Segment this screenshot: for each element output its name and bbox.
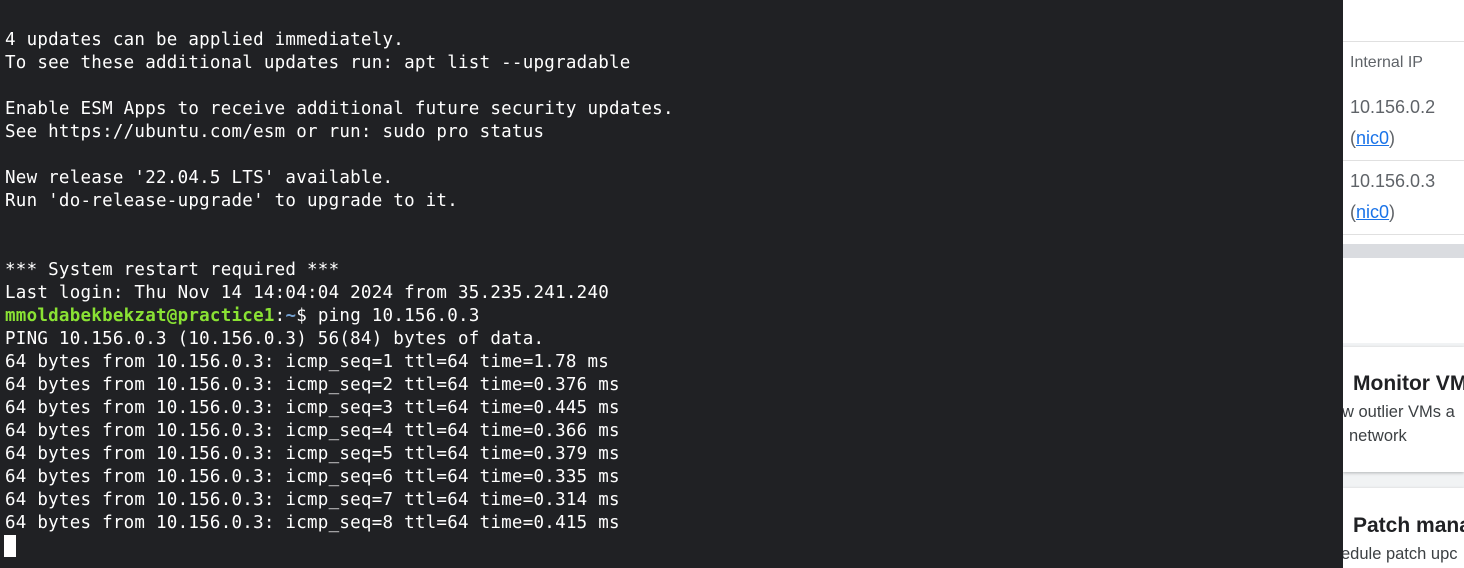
table-row: 10.156.0.2 (nic0) <box>1343 87 1464 161</box>
ssh-terminal[interactable]: 4 updates can be applied immediately. To… <box>0 0 1343 568</box>
column-header-internal-ip[interactable]: Internal IP <box>1350 54 1423 72</box>
panel-spacer <box>1343 258 1464 343</box>
vm-instances-table: Internal IP 10.156.0.2 (nic0) 10.156.0.3… <box>1343 0 1464 244</box>
ping-output-line: 64 bytes from 10.156.0.3: icmp_seq=5 ttl… <box>5 444 620 464</box>
ping-output-line: 64 bytes from 10.156.0.3: icmp_seq=7 ttl… <box>5 490 620 510</box>
terminal-line: New release '22.04.5 LTS' available. <box>5 168 394 188</box>
nic0-link[interactable]: nic0 <box>1356 202 1389 222</box>
card-description: network <box>1349 427 1407 445</box>
table-header: Internal IP <box>1343 41 1464 88</box>
nic0-link[interactable]: nic0 <box>1356 128 1389 148</box>
nic-label: (nic0) <box>1350 202 1396 222</box>
console-side-panel: Internal IP 10.156.0.2 (nic0) 10.156.0.3… <box>1343 0 1464 568</box>
ping-output-line: 64 bytes from 10.156.0.3: icmp_seq=6 ttl… <box>5 467 620 487</box>
ping-output-line: 64 bytes from 10.156.0.3: icmp_seq=4 ttl… <box>5 421 620 441</box>
ping-output-line: 64 bytes from 10.156.0.3: icmp_seq=3 ttl… <box>5 398 620 418</box>
table-row: 10.156.0.3 (nic0) <box>1343 161 1464 235</box>
prompt-user-host: mmoldabekbekzat@practice1 <box>5 306 275 326</box>
prompt-symbol: $ <box>296 306 308 326</box>
terminal-cursor <box>4 535 16 557</box>
card-description: edule patch upc <box>1343 545 1458 563</box>
prompt-separator: : <box>274 306 286 326</box>
patch-management-card[interactable]: Patch mana edule patch upc <box>1343 488 1464 568</box>
card-description: w outlier VMs a <box>1343 403 1455 421</box>
horizontal-scrollbar[interactable] <box>1343 244 1464 258</box>
nic-label: (nic0) <box>1350 128 1396 148</box>
terminal-line: 4 updates can be applied immediately. <box>5 30 405 50</box>
terminal-line: Run 'do-release-upgrade' to upgrade to i… <box>5 191 459 211</box>
internal-ip-value: 10.156.0.2 <box>1350 97 1436 117</box>
prompt-command: ping 10.156.0.3 <box>307 306 480 326</box>
ping-output-line: 64 bytes from 10.156.0.3: icmp_seq=1 ttl… <box>5 352 610 372</box>
ping-output-line: PING 10.156.0.3 (10.156.0.3) 56(84) byte… <box>5 329 545 349</box>
shell-prompt-line: mmoldabekbekzat@practice1:~$ ping 10.156… <box>5 305 480 328</box>
card-title: Monitor VMs <box>1353 372 1464 395</box>
prompt-path: ~ <box>285 306 297 326</box>
terminal-line: See https://ubuntu.com/esm or run: sudo … <box>5 122 545 142</box>
card-title: Patch mana <box>1353 514 1464 537</box>
internal-ip-value: 10.156.0.3 <box>1350 171 1436 191</box>
terminal-line: *** System restart required *** <box>5 260 340 280</box>
terminal-line: Last login: Thu Nov 14 14:04:04 2024 fro… <box>5 283 610 303</box>
monitor-vms-card[interactable]: Monitor VMs w outlier VMs a network <box>1343 347 1464 472</box>
terminal-line: To see these additional updates run: apt… <box>5 53 631 73</box>
ping-output-line: 64 bytes from 10.156.0.3: icmp_seq=2 ttl… <box>5 375 620 395</box>
terminal-line: Enable ESM Apps to receive additional fu… <box>5 99 674 119</box>
ping-output-line: 64 bytes from 10.156.0.3: icmp_seq=8 ttl… <box>5 513 620 533</box>
